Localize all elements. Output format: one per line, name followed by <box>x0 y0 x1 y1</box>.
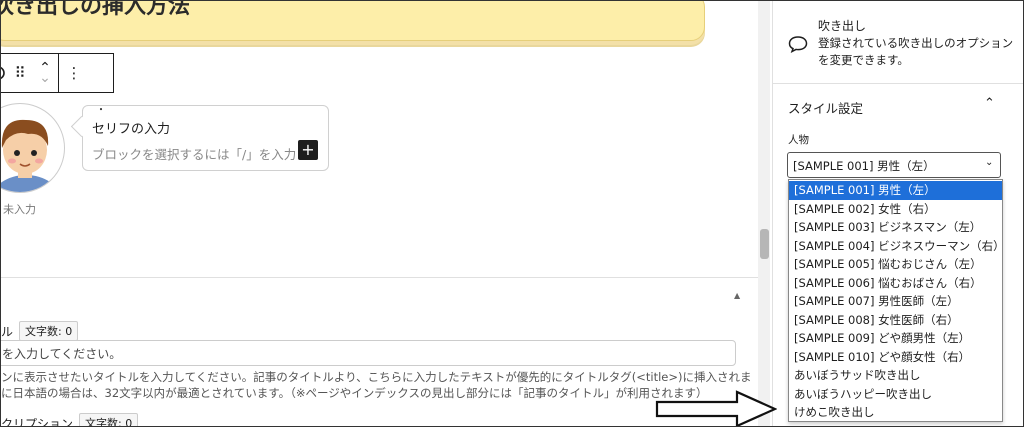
heading-text: 吹き出しの挿入方法 <box>0 0 191 19</box>
dropdown-option[interactable]: [SAMPLE 009] どや顔男性（左） <box>789 329 1002 348</box>
block-editor-canvas: 吹き出しの挿入方法 ⠿ ⌃ ⌄ ⋮ 未入力 ・ セリフの入力 ブロックを選択する… <box>0 0 758 427</box>
seo-title-help-line-1: ンに表示させたいタイトルを入力してください。記事のタイトルより、こちらに入力した… <box>1 370 752 384</box>
chevron-up-icon[interactable]: ⌃ <box>984 96 995 111</box>
block-toolbar: ⠿ ⌃ ⌄ ⋮ <box>1 53 114 93</box>
description-count-badge: 文字数: 0 <box>79 413 139 426</box>
dropdown-option[interactable]: [SAMPLE 008] 女性医師（右） <box>789 311 1002 330</box>
seo-title-help-line-2: に日本語の場合は、32文字以内が最適とされています。（※ページやインデックスの見… <box>1 386 708 400</box>
chevron-down-icon[interactable]: ⌄ <box>985 157 993 168</box>
meta-divider <box>1 277 758 278</box>
avatar[interactable] <box>1 103 65 193</box>
char-count-badge: 文字数: 0 <box>19 321 79 341</box>
drag-handle-icon[interactable]: ⠿ <box>8 54 32 92</box>
dropdown-option[interactable]: [SAMPLE 002] 女性（右） <box>789 200 1002 219</box>
move-buttons: ⌃ ⌄ <box>32 54 58 92</box>
collapse-caret-icon[interactable]: ▲ <box>734 291 740 300</box>
more-options-icon[interactable]: ⋮ <box>59 54 89 92</box>
move-down-icon[interactable]: ⌄ <box>39 71 51 85</box>
block-description: 登録されている吹き出しのオプションを変更できます。 <box>818 36 1014 67</box>
add-block-button[interactable]: + <box>298 140 318 160</box>
speech-bubble-icon <box>788 36 808 53</box>
seo-title-label: ル <box>1 324 14 339</box>
boy-avatar-icon <box>1 119 59 192</box>
dropdown-option[interactable]: [SAMPLE 007] 男性医師（左） <box>789 292 1002 311</box>
editor-scrollbar[interactable] <box>758 1 770 426</box>
block-name: 吹き出し <box>818 19 867 33</box>
dropdown-option[interactable]: [SAMPLE 006] 悩むおばさん（右） <box>789 274 1002 293</box>
scrollbar-thumb[interactable] <box>760 229 769 259</box>
person-label: 人物 <box>788 134 809 146</box>
dropdown-option[interactable]: [SAMPLE 005] 悩むおじさん（左） <box>789 255 1002 274</box>
dropdown-option[interactable]: [SAMPLE 004] ビジネスウーマン（右） <box>789 237 1005 256</box>
avatar-name-label: 未入力 <box>3 203 36 216</box>
bubble-text[interactable]: セリフの入力 <box>92 118 170 137</box>
dropdown-option[interactable]: あいぼうサッド吹き出し <box>789 366 1002 385</box>
style-settings-title[interactable]: スタイル設定 <box>788 98 863 117</box>
description-label: クリプション <box>1 416 74 427</box>
description-label-row: クリプション 文字数: 0 <box>1 413 139 427</box>
dropdown-option[interactable]: [SAMPLE 010] どや顔女性（右） <box>789 348 1002 367</box>
block-type-icon[interactable] <box>1 54 8 92</box>
screenshot-frame: 吹き出しの挿入方法 ⠿ ⌃ ⌄ ⋮ 未入力 ・ セリフの入力 ブロックを選択する… <box>0 0 1024 427</box>
dropdown-option[interactable]: [SAMPLE 001] 男性（左） <box>789 181 1002 200</box>
seo-title-label-row: ル 文字数: 0 <box>1 321 79 341</box>
sidebar-divider <box>772 83 1023 84</box>
dropdown-option[interactable]: けめこ吹き出し <box>789 403 1002 422</box>
dropdown-option[interactable]: [SAMPLE 003] ビジネスマン（左） <box>789 218 1002 237</box>
bubble-placeholder[interactable]: ブロックを選択するには「/」を入力 <box>92 144 298 163</box>
bubble-dot: ・ <box>96 105 106 116</box>
annotation-arrow-icon <box>655 390 777 426</box>
person-select-value: [SAMPLE 001] 男性（左） <box>793 159 935 173</box>
person-dropdown-list: [SAMPLE 001] 男性（左） [SAMPLE 002] 女性（右） [S… <box>788 179 1005 422</box>
heading-block[interactable]: 吹き出しの挿入方法 <box>0 0 705 41</box>
dropdown-option[interactable]: あいぼうハッピー吹き出し <box>789 385 1002 404</box>
seo-title-input[interactable]: を入力してください。 <box>1 340 736 366</box>
